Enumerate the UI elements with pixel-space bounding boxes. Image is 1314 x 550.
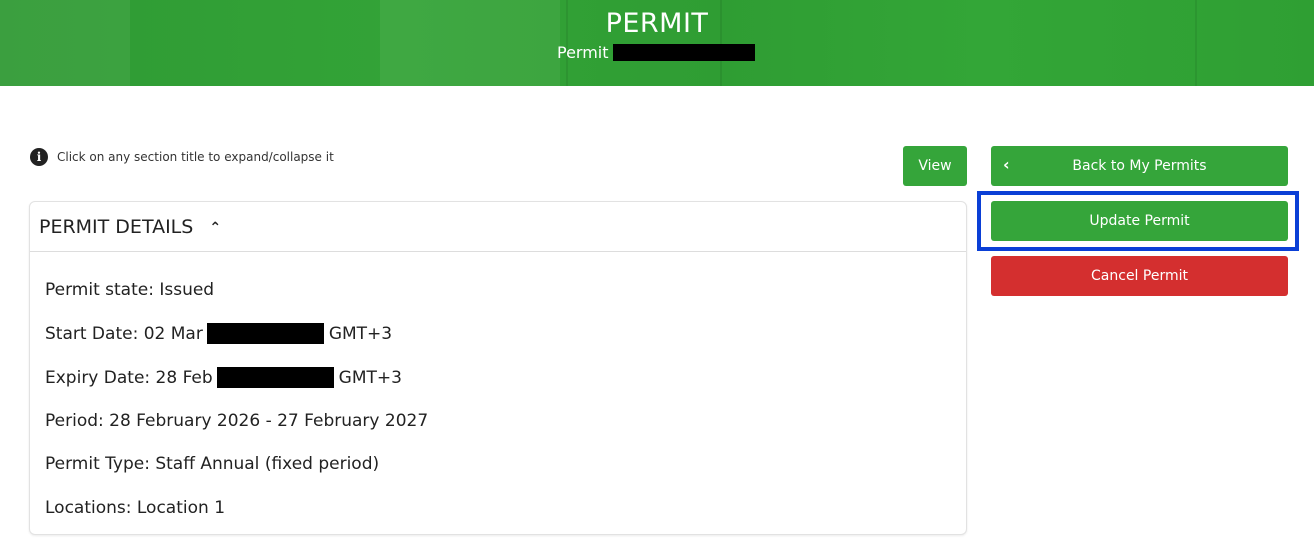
cancel-permit-button[interactable]: Cancel Permit [991,256,1288,296]
redacted-expiry-date [216,367,334,388]
start-date: Start Date: 02 Mar GMT+3 [45,323,392,344]
hint-text: Click on any section title to expand/col… [57,150,334,164]
back-to-my-permits-button[interactable]: ‹ Back to My Permits [991,146,1288,186]
permit-period: Period: 28 February 2026 - 27 February 2… [45,411,429,431]
chevron-left-icon: ‹ [1003,155,1010,174]
expiry-date-timezone: GMT+3 [338,367,402,388]
permit-state: Permit state: Issued [45,280,215,300]
expiry-date: Expiry Date: 28 Feb GMT+3 [45,367,402,388]
chevron-up-icon: ⌃ [209,219,222,236]
start-date-label: Start Date: 02 Mar [45,323,203,344]
expand-collapse-hint: i Click on any section title to expand/c… [30,148,334,166]
update-permit-button[interactable]: Update Permit [991,201,1288,241]
permit-type: Permit Type: Staff Annual (fixed period) [45,454,380,474]
expiry-date-label: Expiry Date: 28 Feb [45,367,213,388]
page-header-banner: PERMIT Permit [0,0,1314,86]
view-button[interactable]: View [903,146,967,186]
start-date-timezone: GMT+3 [328,323,393,344]
permit-details-section-toggle[interactable]: PERMIT DETAILS ⌃ [30,202,966,252]
back-button-label: Back to My Permits [1072,158,1207,174]
permit-details-panel: PERMIT DETAILS ⌃ Permit state: Issued St… [29,201,967,535]
permit-number-label: Permit [557,43,609,62]
section-title: PERMIT DETAILS [39,215,194,238]
info-icon: i [30,148,48,166]
page-title: PERMIT [605,8,709,39]
redacted-permit-id [612,44,755,61]
permit-number: Permit [557,43,755,62]
permit-locations: Locations: Location 1 [45,498,226,518]
redacted-start-date [206,323,324,344]
